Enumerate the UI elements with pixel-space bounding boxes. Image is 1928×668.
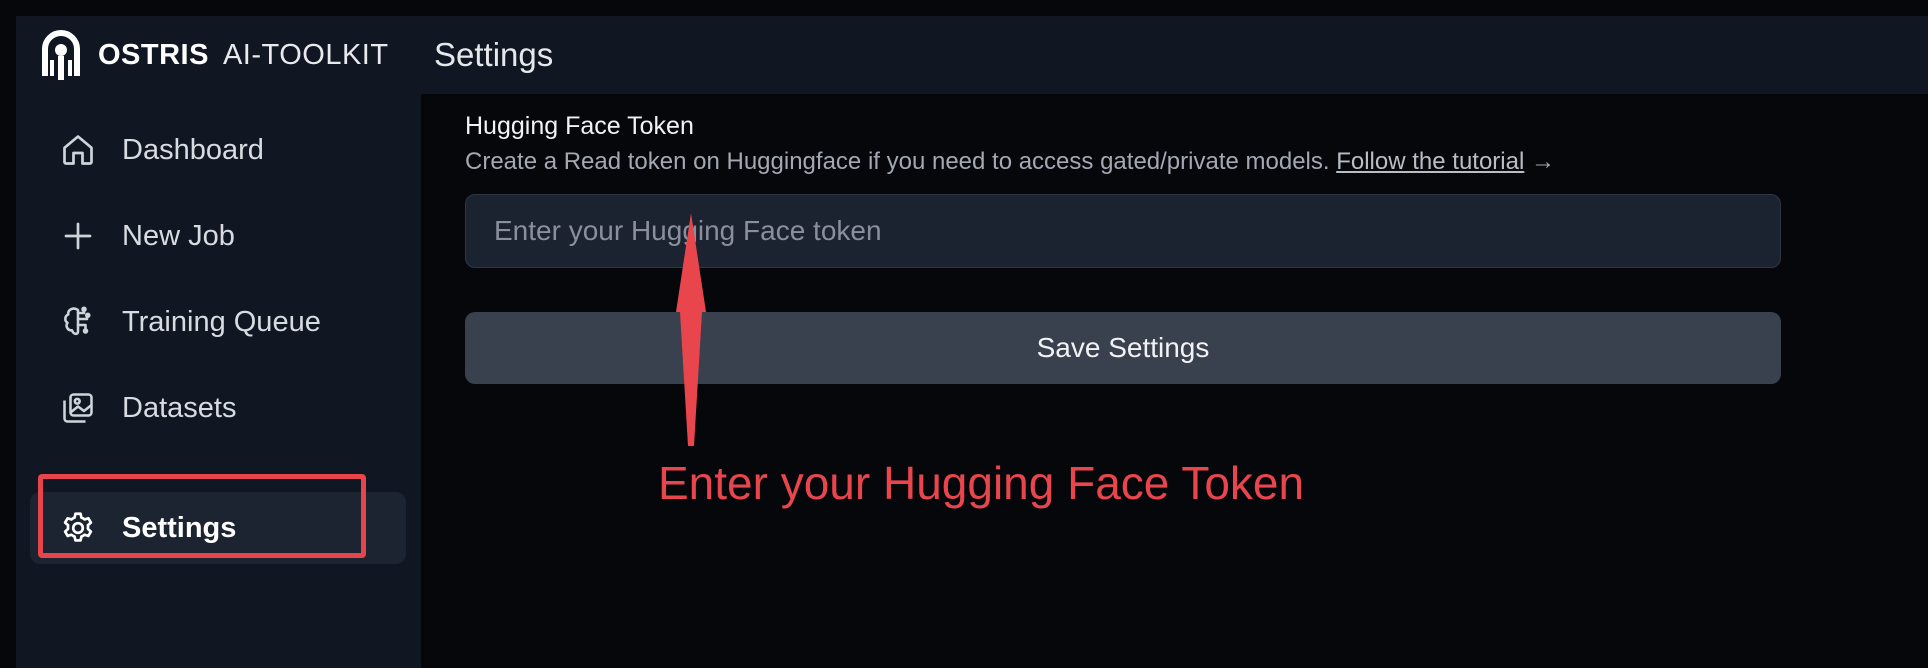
annotation-label: Enter your Hugging Face Token bbox=[658, 457, 1305, 509]
annotation-arrow-icon bbox=[676, 213, 706, 446]
app-window: OSTRIS AI-TOOLKIT Settings Dashboard New… bbox=[16, 16, 1928, 668]
